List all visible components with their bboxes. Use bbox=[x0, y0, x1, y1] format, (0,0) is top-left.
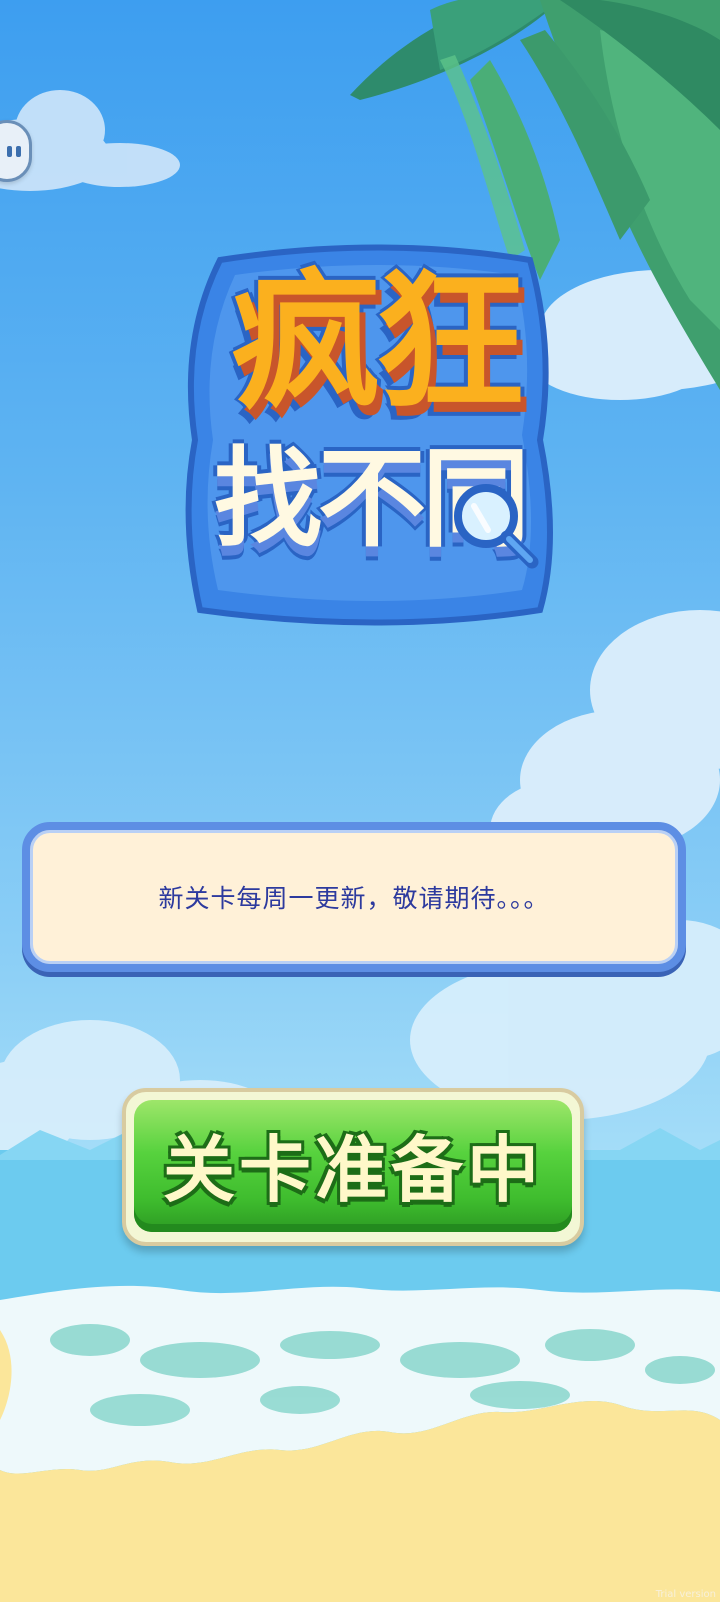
game-logo: 疯狂 找不同 bbox=[180, 240, 560, 630]
levels-preparing-button[interactable]: 关卡准备中 bbox=[122, 1088, 584, 1246]
update-notice-text: 新关卡每周一更新，敬请期待。。。 bbox=[158, 884, 550, 913]
update-notice-panel: 新关卡每周一更新，敬请期待。。。 bbox=[22, 822, 686, 972]
menu-dots-icon bbox=[7, 145, 21, 157]
levels-preparing-label: 关卡准备中 bbox=[162, 1127, 543, 1212]
logo-title-line1: 疯狂 bbox=[230, 256, 525, 430]
trial-version-watermark: Trial version bbox=[655, 1589, 716, 1600]
magnifier-icon bbox=[454, 484, 539, 569]
game-scene: 疯狂 找不同 新关卡每周一更新，敬请期待。。。 关卡准备中 Trial vers… bbox=[0, 0, 720, 1602]
button-face: 关卡准备中 bbox=[134, 1100, 572, 1232]
